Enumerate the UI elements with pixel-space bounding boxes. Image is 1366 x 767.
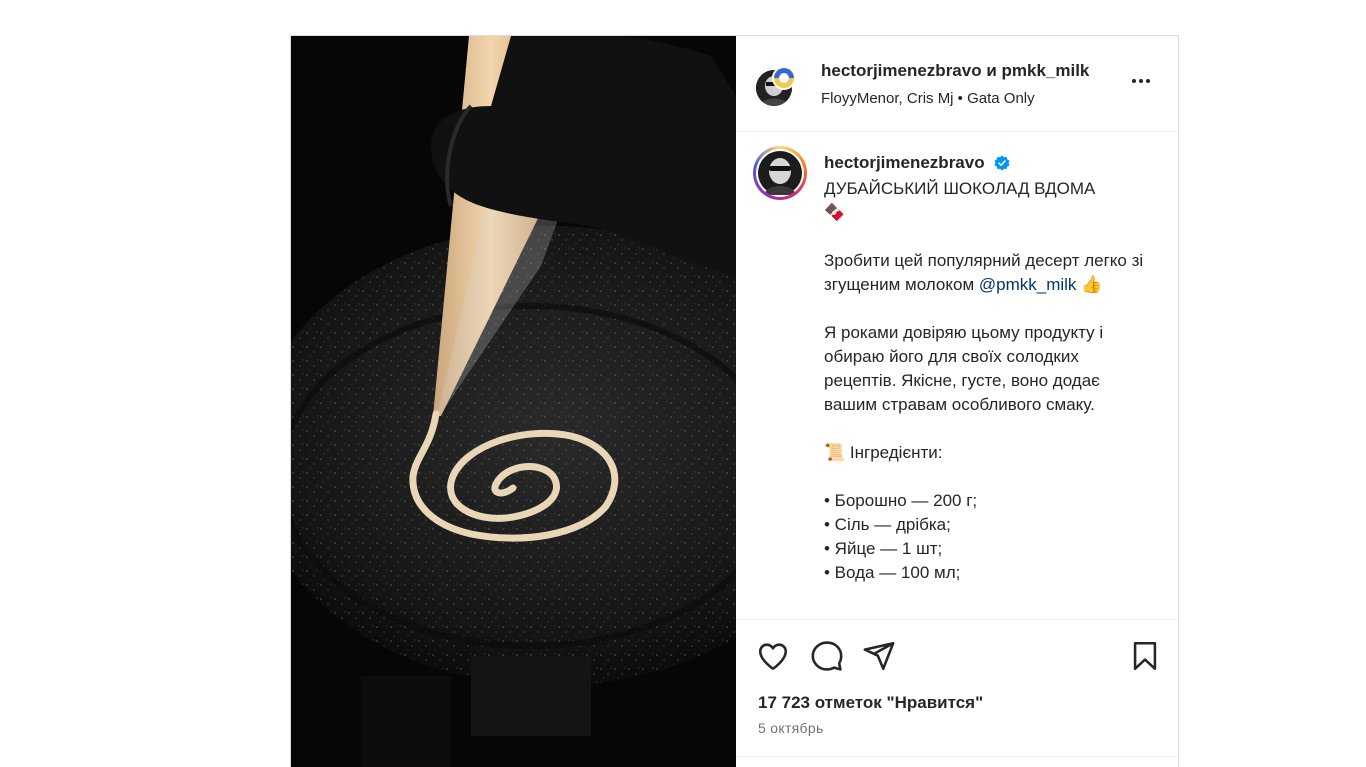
video-frame-image — [291, 36, 736, 767]
caption-headline: ДУБАЙСЬКИЙ ШОКОЛАД ВДОМА 🍫 — [824, 177, 1154, 225]
post-video[interactable] — [291, 36, 736, 767]
caption-username-text[interactable]: hectorjimenezbravo — [824, 153, 985, 172]
share-button[interactable] — [862, 639, 896, 673]
mention-link[interactable]: @pmkk_milk — [979, 275, 1077, 294]
audio-track[interactable]: FloyyMenor, Cris Mj • Gata Only — [821, 90, 1035, 107]
thumbs-up-emoji: 👍 — [1081, 275, 1103, 294]
caption-paragraph-2: Зробити цей популярний десерт легко зі з… — [824, 249, 1154, 297]
caption-headline-text: ДУБАЙСЬКИЙ ШОКОЛАД ВДОМА — [824, 179, 1096, 198]
ingredient-item: • Яйце — 1 шт; — [824, 539, 943, 558]
chocolate-emoji: 🍫 — [824, 203, 846, 222]
likes-count[interactable]: 17 723 отметок "Нравится" — [758, 693, 983, 713]
comment-button[interactable] — [810, 639, 844, 673]
scroll-emoji: 📜 — [824, 443, 846, 462]
post-card: hectorjimenezbravo и pmkk_milk FloyyMeno… — [290, 35, 1179, 767]
more-options-button[interactable] — [1129, 69, 1153, 93]
caption-text: ДУБАЙСЬКИЙ ШОКОЛАД ВДОМА 🍫 Зробити цей по… — [824, 177, 1154, 585]
more-horizontal-icon — [1132, 79, 1150, 83]
user-avatar-icon — [758, 151, 802, 195]
ingredient-item: • Борошно — 200 г; — [824, 491, 978, 510]
caption-avatar — [756, 149, 804, 197]
like-button[interactable] — [756, 639, 790, 673]
post-date[interactable]: 5 октябрь — [758, 720, 824, 736]
ingredients-title: Інгредієнти: — [849, 443, 943, 462]
comment-icon — [811, 641, 843, 671]
divider — [736, 756, 1178, 757]
brand-logo-icon — [774, 68, 794, 88]
caption-paragraph-3: Я роками довіряю цьому продукту і обираю… — [824, 323, 1104, 414]
share-icon — [863, 641, 895, 671]
caption-area[interactable]: hectorjimenezbravo ДУБАЙСЬКИЙ ШОКОЛАД ВД… — [736, 132, 1178, 619]
collab-title[interactable]: hectorjimenezbravo и pmkk_milk — [821, 61, 1113, 81]
caption-avatar-story-ring[interactable] — [753, 146, 807, 200]
post-sidebar: hectorjimenezbravo и pmkk_milk FloyyMeno… — [736, 36, 1178, 767]
heart-icon — [758, 643, 788, 671]
collab-avatar-secondary[interactable] — [772, 66, 796, 90]
ingredients-heading: 📜 Інгредієнти: — [824, 441, 1154, 465]
caption-username[interactable]: hectorjimenezbravo — [824, 153, 1010, 176]
ingredient-item: • Вода — 100 мл; — [824, 563, 961, 582]
ingredient-item: • Сіль — дрібка; — [824, 515, 951, 534]
save-button[interactable] — [1128, 639, 1162, 673]
verified-badge-icon — [994, 155, 1010, 176]
bookmark-icon — [1133, 641, 1157, 671]
post-header: hectorjimenezbravo и pmkk_milk FloyyMeno… — [736, 36, 1178, 132]
